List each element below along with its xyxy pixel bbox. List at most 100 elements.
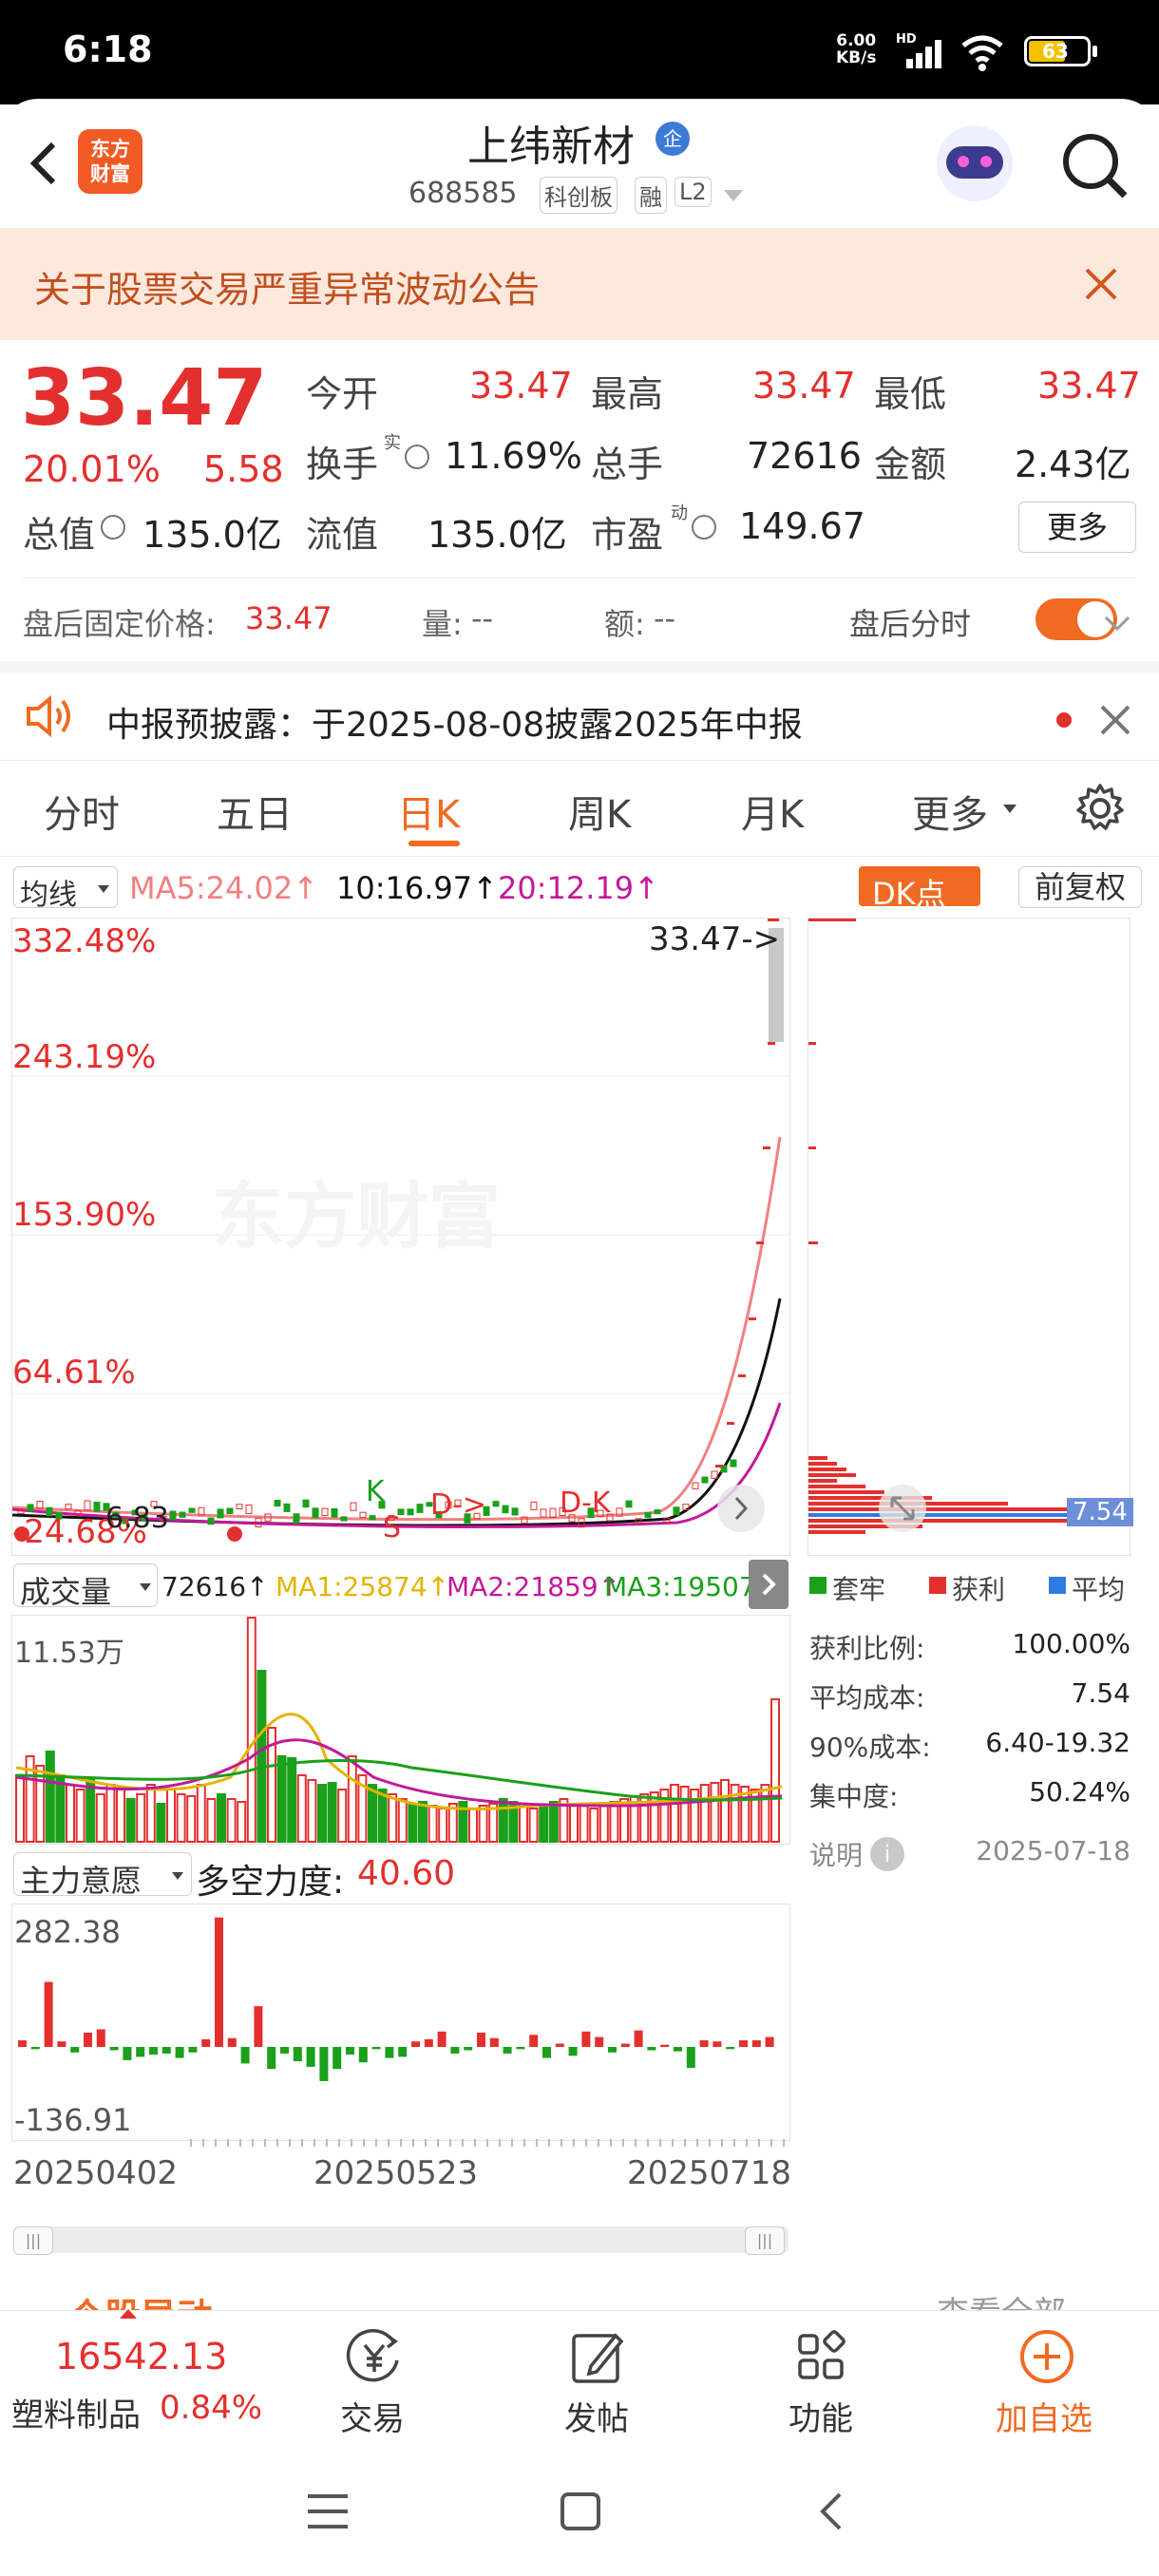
candle: [93, 1501, 101, 1512]
info-icon[interactable]: [101, 515, 125, 540]
sector-index-percent: 0.84%: [160, 2389, 263, 2427]
after-hours-toggle-label: 盘后分时: [849, 606, 972, 642]
volume-bar: [45, 1751, 55, 1843]
power-bar: [332, 2047, 342, 2070]
home-square-icon: [560, 2492, 600, 2530]
disclosure-bar[interactable]: 中报预披露：于2025-08-08披露2025年中报: [0, 661, 1159, 767]
kline-label-4: 64.61%: [12, 1354, 136, 1392]
section-title: 个股异动: [68, 2287, 213, 2310]
volume-bar: [95, 1793, 105, 1843]
kline-label-top: 332.48%: [12, 922, 157, 960]
range-handle-right[interactable]: |||: [745, 2226, 785, 2255]
volume-bar: [307, 1779, 317, 1843]
search-button[interactable]: [1056, 127, 1132, 203]
announcement-text: 关于股票交易严重异常波动公告: [34, 269, 541, 311]
robot-assistant-avatar[interactable]: [937, 125, 1013, 201]
menu-icon: [308, 2494, 348, 2529]
disclosure-close-button[interactable]: [1094, 699, 1136, 741]
volume-bar: [176, 1793, 186, 1843]
power-selector[interactable]: 主力意愿: [13, 1852, 192, 1899]
candle: [340, 1516, 348, 1522]
power-bar: [123, 2047, 132, 2060]
volume-bar: [770, 1698, 780, 1843]
tab-intraday[interactable]: 分时: [44, 784, 120, 839]
legend-swatch-average: [1049, 1577, 1066, 1594]
vol-ma1: MA1:25874↑: [276, 1571, 450, 1602]
chip-bar: [808, 1468, 846, 1471]
announcement-close-button[interactable]: [1079, 262, 1123, 306]
kline-chart[interactable]: 东方财富 332.48% 243.19% 153.90% 64.61% -24.…: [11, 918, 790, 1556]
chip-stat-label: 90%成本:: [809, 1732, 931, 1763]
open-value: 33.47: [469, 365, 573, 407]
info-icon[interactable]: [692, 515, 716, 540]
back-button[interactable]: [19, 135, 66, 192]
info-icon[interactable]: [405, 445, 429, 469]
announcement-banner[interactable]: 关于股票交易严重异常波动公告: [0, 228, 1159, 340]
power-bar: [660, 2044, 670, 2047]
more-quote-button[interactable]: 更多: [1018, 502, 1136, 553]
power-bar: [751, 2040, 761, 2047]
tab-more[interactable]: 更多: [912, 784, 988, 839]
volume-bar: [548, 1801, 559, 1843]
panel-expand-button[interactable]: [749, 1560, 788, 1609]
stock-title-group[interactable]: 上纬新材 企 688585 科创板 融 L2: [399, 112, 760, 226]
chip-date: 2025-07-18: [976, 1835, 1130, 1866]
volume-bar: [690, 1789, 700, 1843]
tab-five-day[interactable]: 五日: [217, 784, 293, 839]
function-button[interactable]: 功能: [760, 2311, 884, 2444]
stock-movement-section[interactable]: 个股异动 查看全部: [0, 2270, 1159, 2310]
chart-settings-button[interactable]: [1072, 780, 1129, 837]
tab-monthly-k[interactable]: 月K: [741, 784, 804, 839]
power-bar: [608, 2047, 617, 2053]
tab-daily-k[interactable]: 日K: [397, 784, 460, 839]
chip-distribution-chart[interactable]: 7.54: [808, 918, 1133, 1556]
volume-bar: [55, 1774, 66, 1843]
power-bar: [254, 2006, 263, 2047]
chip-stat-row: 获利比例: 100.00%: [808, 1622, 1130, 1670]
power-indicator-row: 主力意愿 多空力度: 40.60: [0, 1847, 788, 1902]
range-handle-left[interactable]: |||: [13, 2226, 53, 2255]
menu-nav-button[interactable]: [304, 2491, 352, 2532]
post-label: 发帖: [564, 2400, 629, 2438]
home-nav-button[interactable]: [557, 2489, 604, 2534]
power-value: 40.60: [357, 1854, 456, 1893]
power-bar: [371, 2047, 381, 2050]
volume-selector[interactable]: 成交量: [13, 1563, 158, 1610]
back-nav-button[interactable]: [813, 2489, 851, 2534]
margin-tag: 融: [635, 177, 667, 214]
adjust-button[interactable]: 前复权: [1018, 866, 1142, 908]
kline-watermark: 东方财富: [212, 1174, 501, 1259]
section-link[interactable]: 查看全部: [937, 2287, 1066, 2310]
candle: [188, 1507, 196, 1513]
expand-button[interactable]: [1098, 604, 1136, 642]
post-button[interactable]: 发帖: [536, 2311, 659, 2444]
indicator-row: 均线 MA5:24.02↑ 10:16.97↑ 20:12.19↑ DK点 前复…: [0, 857, 1159, 916]
volume-chart[interactable]: 11.53万: [11, 1615, 790, 1845]
change-amount: 5.58: [203, 448, 284, 490]
signal-d-arrow: D->: [430, 1488, 487, 1522]
candle: [27, 1504, 34, 1512]
trade-button[interactable]: 交易: [314, 2311, 437, 2444]
power-bar: [686, 2047, 695, 2069]
power-chart[interactable]: 282.38 -136.91: [11, 1904, 790, 2141]
chart-next-button[interactable]: [717, 1485, 765, 1532]
dk-point-button[interactable]: DK点: [859, 866, 980, 912]
brand-logo[interactable]: 东方 财富: [78, 129, 142, 194]
range-slider[interactable]: ||| |||: [13, 2226, 788, 2255]
candle: [730, 1459, 737, 1468]
power-bar: [516, 2047, 525, 2050]
market-cap-value: 135.0亿: [142, 514, 282, 556]
time-axis-ticks: [190, 2139, 788, 2147]
power-bar: [712, 2041, 722, 2047]
tab-weekly-k[interactable]: 周K: [568, 784, 631, 839]
add-watchlist-button[interactable]: 加自选: [984, 2311, 1127, 2444]
expand-icon[interactable]: [879, 1485, 926, 1532]
ma-selector[interactable]: 均线: [13, 866, 118, 912]
chip-note-row[interactable]: 说明 i 2025-07-18: [808, 1829, 1130, 1877]
volume-bar: [337, 1789, 348, 1843]
signal-s: S: [383, 1511, 402, 1544]
sector-index[interactable]: 16542.13 塑料制品 0.84%: [0, 2309, 285, 2444]
volume-bar: [246, 1617, 256, 1843]
volume-bar: [166, 1789, 176, 1843]
candle: [673, 1506, 680, 1516]
